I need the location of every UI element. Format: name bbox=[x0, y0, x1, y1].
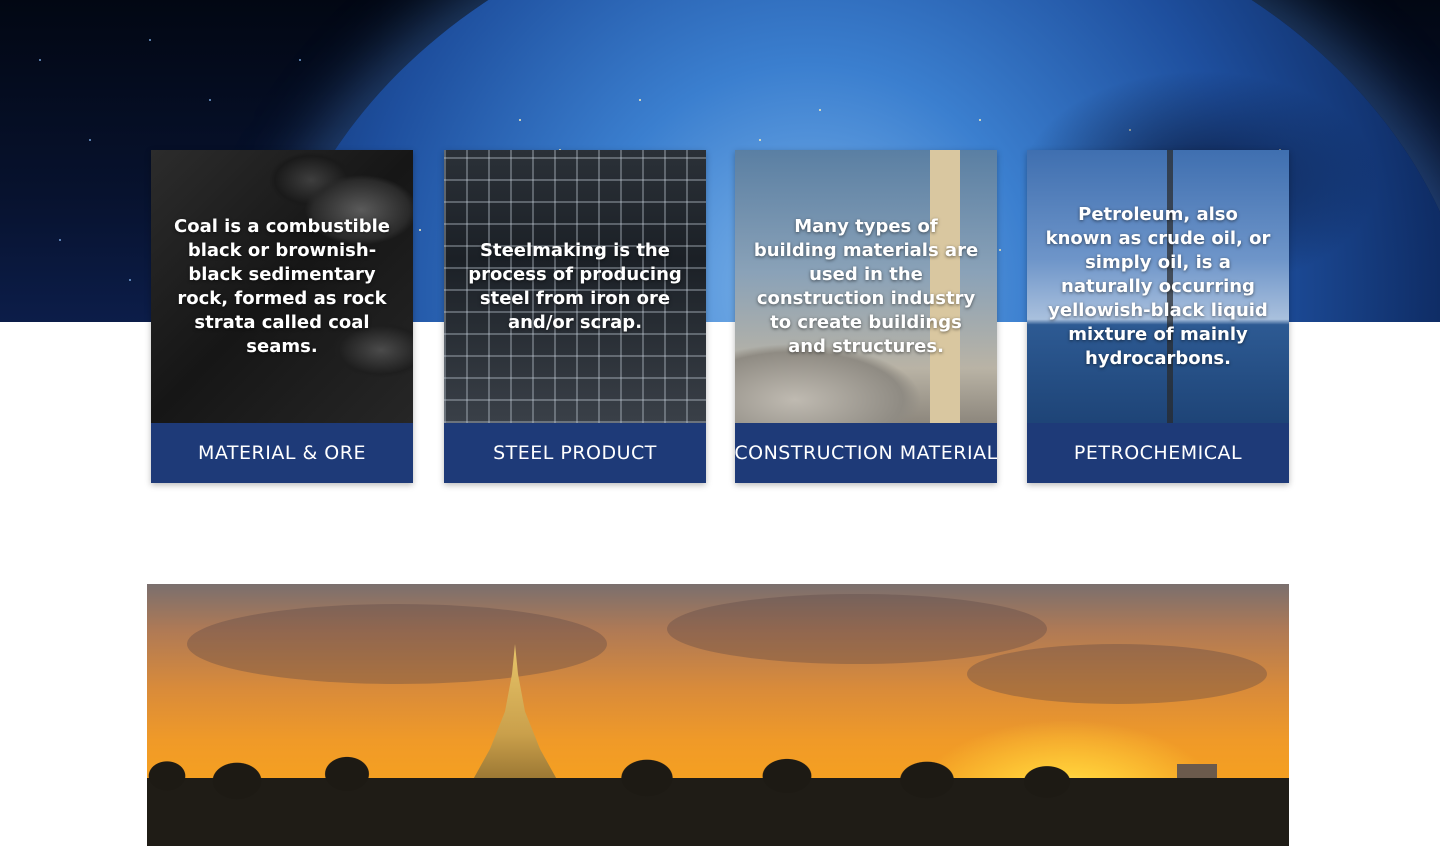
category-card-petrochemical[interactable]: Petroleum, also known as crude oil, or s… bbox=[1027, 150, 1289, 483]
category-card-steel-product[interactable]: Steelmaking is the process of producing … bbox=[444, 150, 706, 483]
cloud-graphic bbox=[187, 604, 607, 684]
cloud-graphic bbox=[667, 594, 1047, 664]
sunset-pagoda-image bbox=[147, 584, 1289, 846]
oil-rig-image: Petroleum, also known as crude oil, or s… bbox=[1027, 150, 1289, 423]
steel-image: Steelmaking is the process of producing … bbox=[444, 150, 706, 423]
card-description: Steelmaking is the process of producing … bbox=[468, 239, 682, 333]
card-description: Petroleum, also known as crude oil, or s… bbox=[1045, 203, 1271, 369]
card-label[interactable]: MATERIAL & ORE bbox=[151, 423, 413, 483]
coal-image: Coal is a combustible black or brownish-… bbox=[151, 150, 413, 423]
treeline-graphic bbox=[147, 756, 1289, 846]
construction-image: Many types of building materials are use… bbox=[735, 150, 997, 423]
category-card-material-ore[interactable]: Coal is a combustible black or brownish-… bbox=[151, 150, 413, 483]
card-label[interactable]: CONSTRUCTION MATERIAL bbox=[735, 423, 997, 483]
card-label[interactable]: PETROCHEMICAL bbox=[1027, 423, 1289, 483]
category-cards: Coal is a combustible black or brownish-… bbox=[0, 150, 1440, 484]
card-description: Many types of building materials are use… bbox=[753, 215, 979, 357]
cloud-graphic bbox=[967, 644, 1267, 704]
card-label[interactable]: STEEL PRODUCT bbox=[444, 423, 706, 483]
category-card-construction-material[interactable]: Many types of building materials are use… bbox=[735, 150, 997, 483]
card-description: Coal is a combustible black or brownish-… bbox=[174, 215, 390, 357]
